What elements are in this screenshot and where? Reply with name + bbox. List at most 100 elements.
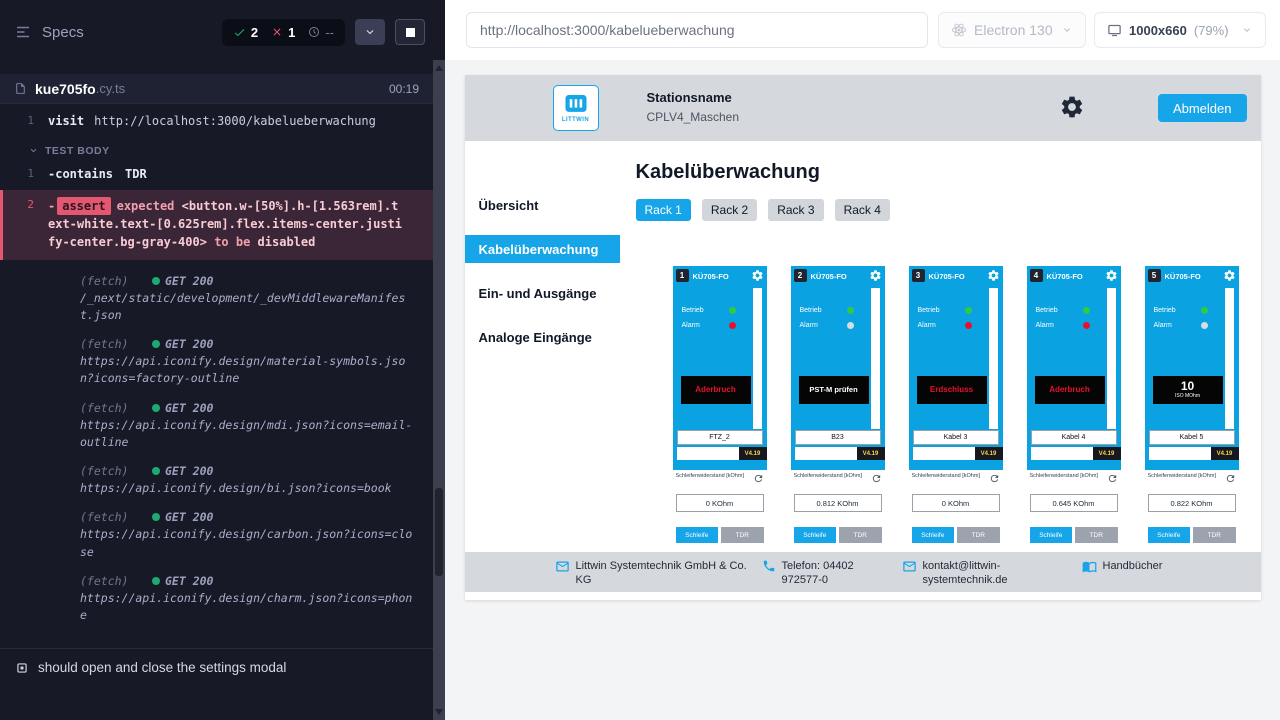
refresh-icon[interactable] — [1225, 473, 1236, 484]
visit-command[interactable]: 1 visithttp://localhost:3000/kabelueberw… — [0, 110, 433, 133]
fetch-entry[interactable]: (fetch)GET 200 https://api.iconify.desig… — [80, 464, 419, 497]
book-icon — [1082, 559, 1097, 574]
schleife-button[interactable]: Schleife — [1148, 527, 1191, 543]
device-number-badge: 4 — [1030, 269, 1043, 282]
tab-rack-1[interactable]: Rack 1 — [636, 199, 691, 221]
betrieb-label: Betrieb — [918, 307, 940, 314]
device-number-badge: 1 — [676, 269, 689, 282]
betrieb-indicator: Betrieb — [1154, 307, 1208, 314]
logout-button[interactable]: Abmelden — [1158, 94, 1247, 122]
schleife-button[interactable]: Schleife — [1030, 527, 1073, 543]
footer-manuals-link[interactable]: Handbücher — [1082, 559, 1212, 574]
viewport-selector[interactable]: 1000x660 (79%) — [1094, 12, 1266, 48]
specs-label[interactable]: Specs — [42, 24, 84, 41]
station-label: Stationsname — [647, 90, 740, 105]
settings-gear-icon[interactable] — [1059, 94, 1085, 120]
level-bar — [1107, 288, 1116, 429]
device-gear-icon[interactable] — [869, 269, 882, 282]
specs-menu-icon[interactable] — [14, 23, 32, 41]
firmware-version: V4.19 — [739, 447, 767, 460]
test-body-section[interactable]: TEST BODY — [0, 133, 433, 163]
collapse-button[interactable] — [355, 19, 385, 45]
electron-icon — [951, 22, 967, 38]
company-name: Littwin Systemtechnik GmbH & Co. KG — [576, 559, 753, 588]
betrieb-label: Betrieb — [1036, 307, 1058, 314]
fetch-entry[interactable]: (fetch)GET 200 https://api.iconify.desig… — [80, 574, 419, 625]
alarm-led — [847, 322, 854, 329]
fetch-entry[interactable]: (fetch)GET 200 /_next/static/development… — [80, 274, 419, 325]
runner-right-side: Electron 130 1000x660 (79%) LITTWIN Stat… — [445, 0, 1280, 720]
betrieb-label: Betrieb — [1154, 307, 1176, 314]
email-icon — [902, 559, 917, 574]
assert-expected: expected — [117, 199, 175, 213]
reporter-scrollbar[interactable] — [433, 60, 445, 720]
refresh-icon[interactable] — [989, 473, 1000, 484]
schleife-button[interactable]: Schleife — [676, 527, 719, 543]
level-bar — [1225, 288, 1234, 429]
tdr-button[interactable]: TDR — [1193, 527, 1236, 543]
device-gear-icon[interactable] — [1105, 269, 1118, 282]
fetch-entry[interactable]: (fetch)GET 200 https://api.iconify.desig… — [80, 337, 419, 388]
fetch-entry[interactable]: (fetch)GET 200 https://api.iconify.desig… — [80, 401, 419, 452]
sidebar-item-kabelueberwachung[interactable]: Kabelüberwachung — [465, 235, 620, 263]
app-body: Übersicht Kabelüberwachung Ein- und Ausg… — [465, 141, 1261, 552]
scroll-thumb[interactable] — [435, 488, 443, 576]
footer-email: kontakt@littwin-systemtechnik.de — [902, 559, 1040, 588]
tdr-button[interactable]: TDR — [839, 527, 882, 543]
refresh-icon[interactable] — [1107, 473, 1118, 484]
stop-button[interactable] — [395, 19, 425, 45]
device-card-1: 1 KÜ705-FO Betrieb Alarm Aderbruch FTZ_2… — [673, 266, 767, 552]
resistance-value: 0 KOhm — [912, 494, 1000, 512]
spec-name[interactable]: kue705fo — [35, 81, 96, 97]
device-model-label: KÜ705-FO — [693, 272, 729, 281]
pending-stat: -- — [308, 25, 334, 40]
alarm-indicator: Alarm — [682, 322, 736, 329]
failed-assert-entry[interactable]: 2 -assertexpected <button.w-[50%].h-[1.5… — [0, 190, 433, 260]
device-gear-icon[interactable] — [751, 269, 764, 282]
betrieb-led — [847, 307, 854, 314]
betrieb-led — [729, 307, 736, 314]
contains-arg: TDR — [125, 167, 147, 181]
tdr-button[interactable]: TDR — [1075, 527, 1118, 543]
refresh-icon[interactable] — [871, 473, 882, 484]
refresh-icon[interactable] — [753, 473, 764, 484]
failed-stat: 1 — [271, 25, 295, 40]
command-name: -contains — [48, 167, 113, 181]
version-row: V4.19 — [1149, 447, 1239, 460]
status-display: Aderbruch — [681, 376, 751, 404]
tab-rack-2[interactable]: Rack 2 — [702, 199, 757, 221]
browser-name: Electron 130 — [974, 22, 1053, 38]
pending-count: -- — [325, 25, 334, 40]
device-card-5: 5 KÜ705-FO Betrieb Alarm 10ISO MOhm Kabe… — [1145, 266, 1239, 552]
device-gear-icon[interactable] — [1223, 269, 1236, 282]
tdr-button[interactable]: TDR — [721, 527, 764, 543]
sidebar-item-analoge-eingaenge[interactable]: Analoge Eingänge — [465, 323, 620, 351]
phone-number: Telefon: 04402 972577-0 — [782, 559, 872, 588]
scroll-down-arrow[interactable] — [435, 709, 443, 715]
contains-command[interactable]: 1 -containsTDR — [0, 163, 433, 186]
resistance-label: Schleifenwiderstand [kOhm] — [676, 473, 744, 479]
test-icon — [15, 661, 29, 675]
tab-rack-3[interactable]: Rack 3 — [768, 199, 823, 221]
measurement-section: Schleifenwiderstand [kOhm] 0.812 KOhm Sc… — [791, 470, 885, 552]
version-row: V4.19 — [795, 447, 885, 460]
fetch-entry[interactable]: (fetch)GET 200 https://api.iconify.desig… — [80, 510, 419, 561]
tab-rack-4[interactable]: Rack 4 — [835, 199, 890, 221]
url-bar[interactable] — [466, 12, 928, 48]
level-bar — [871, 288, 880, 429]
cable-name-field: Kabel 5 — [1149, 430, 1235, 445]
line-number: 1 — [0, 113, 34, 130]
passed-count: 2 — [251, 25, 258, 40]
device-gear-icon[interactable] — [987, 269, 1000, 282]
next-test-bar[interactable]: should open and close the settings modal — [0, 648, 433, 686]
measurement-section: Schleifenwiderstand [kOhm] 0.645 KOhm Sc… — [1027, 470, 1121, 552]
tdr-button[interactable]: TDR — [957, 527, 1000, 543]
app-header: LITTWIN Stationsname CPLV4_Maschen Abmel… — [465, 75, 1261, 141]
schleife-button[interactable]: Schleife — [912, 527, 955, 543]
sidebar-item-uebersicht[interactable]: Übersicht — [465, 191, 620, 219]
browser-selector[interactable]: Electron 130 — [938, 12, 1086, 48]
scroll-up-arrow[interactable] — [435, 65, 443, 71]
firmware-version: V4.19 — [975, 447, 1003, 460]
sidebar-item-ein-und-ausgaenge[interactable]: Ein- und Ausgänge — [465, 279, 620, 307]
schleife-button[interactable]: Schleife — [794, 527, 837, 543]
